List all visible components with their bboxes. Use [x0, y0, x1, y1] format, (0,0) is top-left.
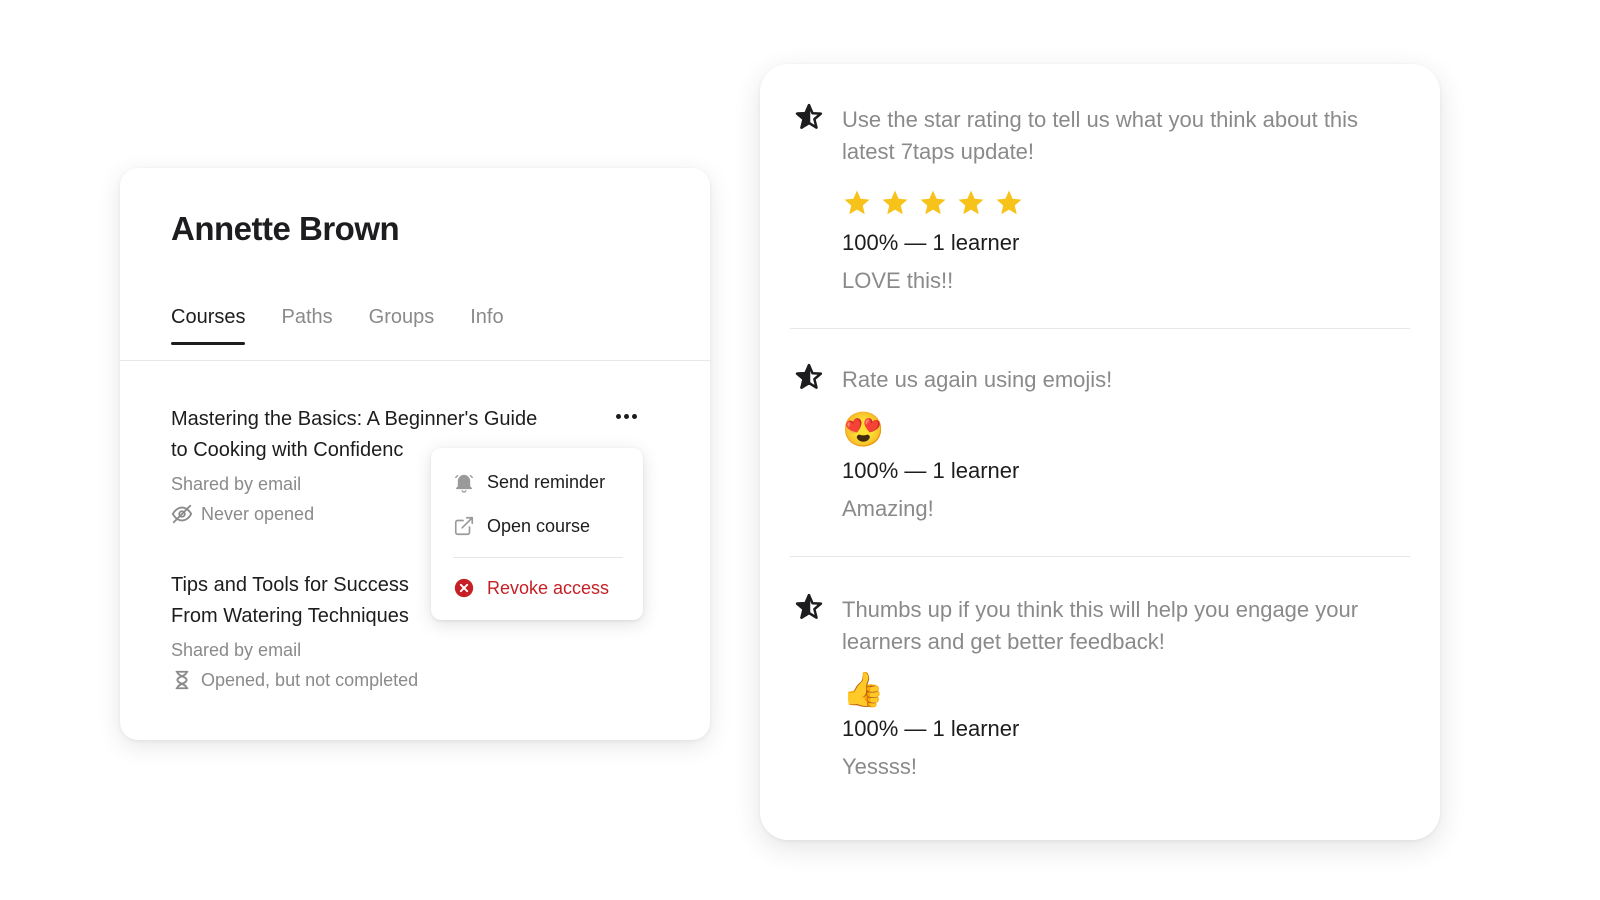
tab-paths[interactable]: Paths	[281, 306, 332, 343]
star-outline-icon	[794, 362, 824, 392]
course-item[interactable]: Mastering the Basics: A Beginner's Guide…	[171, 404, 538, 526]
star-outline-icon	[794, 592, 824, 622]
tab-info[interactable]: Info	[470, 306, 503, 343]
menu-item-label: Send reminder	[487, 471, 606, 492]
star-filled-icon	[880, 188, 910, 223]
course-title-line1: Tips and Tools for Success	[171, 574, 409, 596]
more-options-button[interactable]	[608, 404, 644, 428]
course-shared: Shared by email	[171, 640, 302, 660]
dot-icon	[623, 413, 629, 419]
course-status-label: Never opened	[201, 504, 315, 524]
feedback-question: Thumbs up if you think this will help yo…	[842, 597, 1359, 654]
close-circle-icon	[453, 577, 475, 599]
star-filled-icon	[956, 188, 986, 223]
course-shared: Shared by email	[171, 474, 302, 494]
heart-eyes-emoji: 😍	[842, 411, 885, 449]
feedback-question: Use the star rating to tell us what you …	[842, 107, 1359, 164]
course-item[interactable]: Tips and Tools for Success From Watering…	[171, 570, 471, 692]
star-outline-icon	[794, 102, 824, 132]
menu-item-label: Open course	[487, 515, 591, 536]
tabs-divider	[120, 360, 710, 361]
dot-icon	[615, 413, 621, 419]
tab-courses[interactable]: Courses	[171, 306, 246, 345]
dot-icon	[631, 413, 637, 419]
menu-item-send-reminder[interactable]: Send reminder	[431, 460, 643, 504]
feedback-result: 100% — 1 learner	[842, 230, 1020, 255]
course-status: Opened, but not completed	[171, 668, 471, 692]
feedback-question: Rate us again using emojis!	[842, 367, 1113, 392]
feedback-result: 100% — 1 learner	[842, 458, 1020, 483]
course-title-line1: Mastering the Basics: A Beginner's Guide	[171, 408, 538, 430]
external-link-icon	[453, 515, 475, 537]
feedback-comment: LOVE this!!	[842, 268, 954, 293]
eye-off-icon	[171, 503, 193, 525]
star-filled-icon	[842, 188, 872, 223]
menu-divider	[453, 557, 623, 558]
feedback-card: Use the star rating to tell us what you …	[760, 64, 1440, 840]
star-rating	[842, 188, 1024, 223]
menu-item-revoke-access[interactable]: Revoke access	[431, 566, 643, 610]
learner-card: Annette Brown Courses Paths Groups Info …	[120, 168, 710, 740]
learner-name: Annette Brown	[171, 210, 400, 247]
bell-icon	[453, 471, 475, 493]
course-status-label: Opened, but not completed	[201, 670, 419, 690]
thumbs-up-emoji: 👍	[842, 671, 885, 709]
tab-groups[interactable]: Groups	[369, 306, 435, 343]
menu-item-open-course[interactable]: Open course	[431, 504, 643, 548]
menu-item-label: Revoke access	[487, 577, 610, 598]
star-filled-icon	[918, 188, 948, 223]
section-divider	[790, 328, 1410, 329]
course-actions-menu: Send reminder Open course Revoke access	[431, 448, 643, 620]
hourglass-icon	[171, 669, 193, 691]
course-status: Never opened	[171, 502, 471, 526]
feedback-comment: Yessss!	[842, 754, 918, 779]
feedback-result: 100% — 1 learner	[842, 716, 1020, 741]
tabs: Courses Paths Groups Info	[171, 306, 504, 345]
star-filled-icon	[994, 188, 1024, 223]
course-title-line2: to Cooking with Confidenc	[171, 439, 404, 461]
section-divider	[790, 556, 1410, 557]
feedback-comment: Amazing!	[842, 496, 934, 521]
course-title-line2: From Watering Techniques	[171, 605, 409, 627]
